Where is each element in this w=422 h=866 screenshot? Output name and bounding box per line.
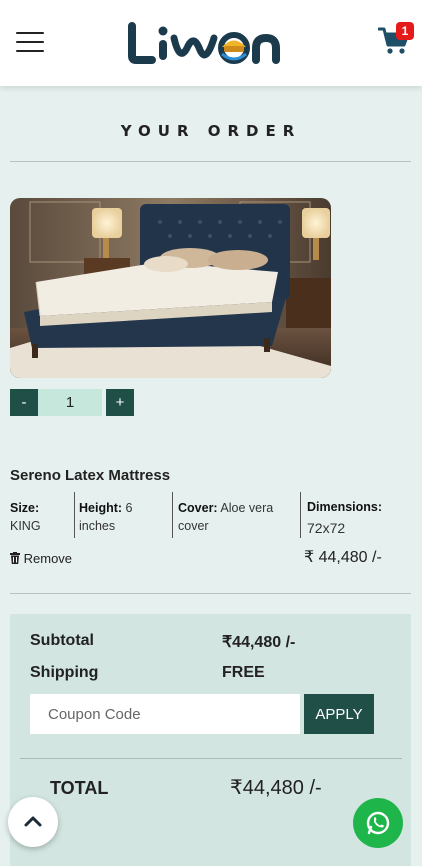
spec-dimensions-label: Dimensions: [307, 500, 383, 514]
total-label: TOTAL [50, 778, 109, 798]
page-title: YOUR ORDER [120, 122, 302, 140]
order-summary: Subtotal ₹44,480 /- Shipping FREE APPLY … [10, 614, 411, 866]
divider [10, 161, 411, 162]
item-price: ₹ 44,480 /- [304, 549, 382, 566]
total-value: ₹44,480 /- [230, 777, 322, 799]
scroll-to-top-button[interactable] [8, 797, 58, 847]
spec-size: Size: KING [10, 499, 70, 535]
spec-separator [74, 492, 75, 538]
apply-coupon-button[interactable]: APPLY [304, 694, 374, 734]
divider [10, 593, 411, 594]
chevron-up-icon [24, 816, 42, 827]
quantity-increase-button[interactable]: + [106, 389, 134, 416]
trash-icon [10, 552, 20, 564]
spec-size-label: Size: [10, 501, 40, 515]
brand-logo[interactable] [128, 20, 288, 66]
whatsapp-icon [366, 811, 390, 835]
remove-item-button[interactable]: Remove [10, 551, 72, 566]
product-name[interactable]: Sereno Latex Mattress [10, 467, 170, 484]
divider [20, 758, 402, 759]
spec-cover: Cover: Aloe vera cover [178, 499, 296, 535]
shipping-label: Shipping [30, 664, 99, 681]
quantity-input[interactable] [38, 389, 102, 416]
cart-button[interactable]: 1 [377, 22, 414, 58]
spec-height-label: Height: [79, 501, 123, 515]
cart-count-badge: 1 [396, 22, 414, 40]
product-image [10, 198, 331, 378]
menu-icon[interactable] [16, 30, 44, 54]
subtotal-label: Subtotal [30, 632, 94, 649]
spec-separator [172, 492, 173, 538]
coupon-input[interactable] [30, 694, 300, 734]
spec-separator [300, 492, 301, 538]
logo-graphic [128, 22, 280, 64]
spec-height: Height: 6 inches [79, 499, 167, 535]
remove-label: Remove [23, 551, 73, 566]
spec-cover-label: Cover: [178, 501, 218, 515]
shipping-value: FREE [222, 664, 265, 681]
quantity-decrease-button[interactable]: - [10, 389, 38, 416]
spec-size-value: KING [10, 519, 41, 533]
spec-dimensions-value: 72x72 [307, 520, 346, 536]
whatsapp-button[interactable] [353, 798, 403, 848]
subtotal-value: ₹44,480 /- [222, 634, 296, 651]
header: 1 [0, 0, 422, 86]
spec-dimensions: Dimensions: 72x72 [307, 497, 415, 540]
